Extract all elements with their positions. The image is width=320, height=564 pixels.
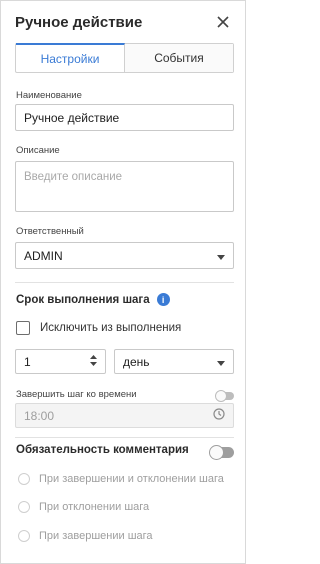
option-label: При отклонении шага [39, 501, 150, 513]
finish-by-time-toggle[interactable] [215, 390, 234, 402]
name-input[interactable]: Ручное действие [15, 104, 234, 131]
option-label: При завершении шага [39, 530, 153, 542]
tab-bar: Настройки События [15, 43, 234, 73]
close-icon[interactable] [215, 14, 231, 30]
time-value: 18:00 [24, 408, 55, 423]
comment-title-text: Обязательность комментария [16, 444, 189, 456]
panel-title: Ручное действие [15, 13, 143, 31]
description-textarea[interactable]: Введите описание [15, 161, 234, 212]
option-label: При завершении и отклонении шага [39, 473, 224, 485]
info-icon[interactable]: i [156, 293, 170, 306]
dropdown-arrow-icon [217, 249, 225, 263]
duration-stepper[interactable]: 1 [15, 349, 106, 374]
dropdown-arrow-icon [217, 355, 225, 369]
toggle-knob [215, 390, 227, 402]
time-input: 18:00 [15, 403, 234, 428]
duration-unit-select[interactable]: день [114, 349, 234, 374]
responsible-value: ADMIN [24, 248, 63, 263]
toggle-knob [209, 445, 224, 460]
radio-button[interactable] [18, 501, 30, 513]
name-value: Ручное действие [24, 110, 120, 125]
radio-button[interactable] [18, 473, 30, 485]
stepper-arrows-icon[interactable] [90, 354, 97, 369]
description-placeholder: Введите описание [24, 171, 123, 183]
divider [15, 282, 234, 283]
comment-option-reject[interactable]: При отклонении шага [18, 501, 149, 513]
clock-icon [213, 408, 225, 423]
finish-by-time-label: Завершить шаг ко времени [16, 389, 137, 400]
duration-value: 1 [24, 354, 31, 369]
responsible-select[interactable]: ADMIN [15, 242, 234, 269]
comment-title: Обязательность комментария [16, 444, 189, 456]
deadline-title: Срок выполнения шага i [16, 293, 170, 306]
tab-settings[interactable]: Настройки [16, 43, 125, 72]
exclude-label: Исключить из выполнения [40, 322, 182, 334]
comment-option-finish[interactable]: При завершении шага [18, 530, 153, 542]
exclude-checkbox[interactable] [16, 321, 30, 335]
exclude-row: Исключить из выполнения [16, 321, 181, 335]
name-label: Наименование [16, 90, 82, 101]
tab-events[interactable]: События [125, 44, 233, 72]
action-settings-panel: Ручное действие Настройки События Наимен… [0, 0, 246, 564]
comment-required-toggle[interactable] [209, 445, 234, 460]
duration-unit-value: день [123, 354, 150, 369]
description-label: Описание [16, 145, 60, 156]
divider [15, 437, 234, 438]
deadline-title-text: Срок выполнения шага [16, 293, 150, 306]
responsible-label: Ответственный [16, 226, 84, 237]
radio-button[interactable] [18, 530, 30, 542]
comment-option-finish-and-reject[interactable]: При завершении и отклонении шага [18, 473, 224, 485]
panel-header: Ручное действие [15, 12, 231, 32]
